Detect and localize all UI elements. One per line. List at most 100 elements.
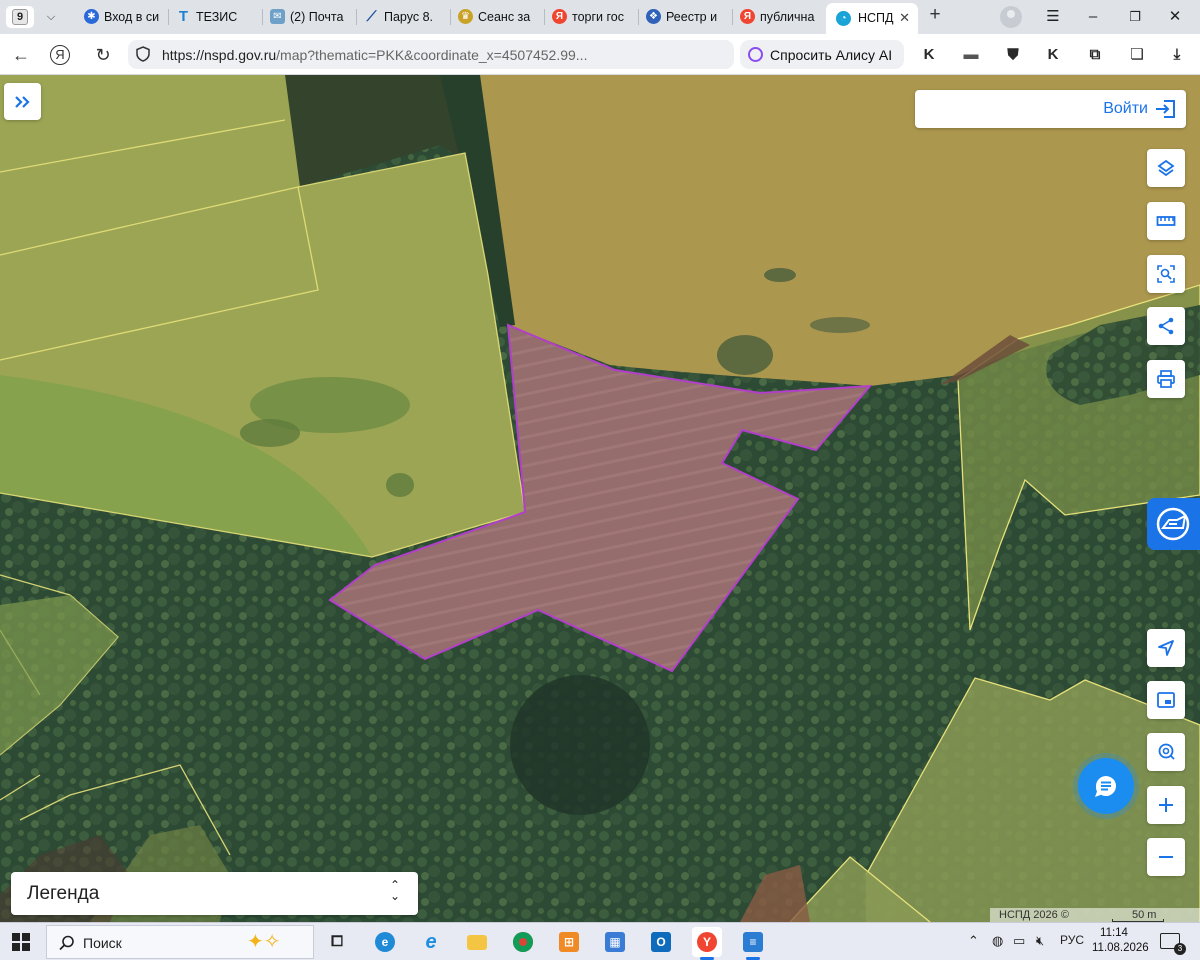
feedback-icon: [1156, 507, 1190, 541]
chat-button[interactable]: [1078, 758, 1134, 814]
tab-seans[interactable]: ♛ Сеанс за: [454, 5, 545, 30]
tab-mail[interactable]: ✉ (2) Почта: [266, 5, 357, 30]
tab-vhod[interactable]: ✱ Вход в си: [80, 5, 171, 30]
plus-icon: [1159, 798, 1173, 812]
app-grid-icon[interactable]: ⊞: [554, 927, 584, 957]
tab-tezis[interactable]: T ТЕЗИС: [172, 5, 263, 30]
hat-extension-icon[interactable]: ▬: [960, 44, 982, 66]
alice-icon: [748, 47, 763, 62]
copyright-text: НСПД 2026 ©: [999, 909, 1069, 921]
minimize-icon[interactable]: –: [1078, 6, 1108, 28]
edge-icon[interactable]: e: [370, 927, 400, 957]
taskbar-search[interactable]: Поиск ✦✧: [46, 925, 314, 959]
zoom-out-button[interactable]: [1147, 838, 1185, 876]
tray-chevron-icon[interactable]: ⌃: [968, 933, 979, 949]
rosreestr-icon: ❖: [646, 9, 661, 24]
task-view-icon[interactable]: ⧠: [322, 927, 352, 957]
copilot-sparkle-icon: ✦✧: [247, 931, 281, 953]
menu-icon[interactable]: ☰: [1038, 6, 1068, 28]
minus-icon: [1159, 856, 1173, 858]
nspd-icon: ◔: [836, 11, 851, 26]
tab-list-chevron-icon[interactable]: ⌵: [38, 7, 64, 27]
ruler-button[interactable]: [1147, 202, 1185, 240]
map-canvas[interactable]: Войти Легенда ⌃ ⌄ НСПД 2026 © 50 m: [0, 75, 1200, 922]
profile-avatar[interactable]: [1000, 6, 1022, 28]
url-text: https://nspd.gov.ru/map?thematic=PKK&coo…: [162, 47, 588, 63]
document-icon[interactable]: ≡: [738, 927, 768, 960]
notifications-icon[interactable]: 3: [1160, 933, 1186, 955]
tab-label: Сеанс за: [478, 10, 531, 24]
tab-publichnaya[interactable]: Я публична: [736, 5, 827, 30]
tab-parus[interactable]: ⟋ Парус 8.: [360, 5, 451, 30]
windows-start-icon[interactable]: [12, 933, 30, 951]
tab-strip: 9 ⌵ ✱ Вход в си T ТЕЗИС ✉ (2) Почта ⟋ Па…: [0, 0, 1200, 34]
windows-taskbar: Поиск ✦✧ ⧠ e e ⊞ ▦ O Y ≡ ⌃ ◍ ▭ 🔇︎ РУС 11…: [0, 922, 1200, 960]
legend-label: Легенда: [27, 883, 100, 904]
ruler-icon: [1156, 216, 1176, 226]
yandex-icon: Я: [552, 9, 567, 24]
reload-icon[interactable]: ↻: [90, 42, 116, 68]
explorer-icon[interactable]: [462, 927, 492, 957]
area-search-button[interactable]: [1147, 255, 1185, 293]
login-arrow-icon: [1156, 100, 1175, 118]
satellite-map: [0, 75, 1200, 922]
layers-button[interactable]: [1147, 149, 1185, 187]
tab-torgi[interactable]: Я торги гос: [548, 5, 639, 30]
print-icon: [1157, 370, 1175, 388]
address-bar[interactable]: https://nspd.gov.ru/map?thematic=PKK&coo…: [128, 40, 851, 69]
minimap-button[interactable]: [1147, 681, 1185, 719]
language-indicator[interactable]: РУС: [1060, 933, 1084, 947]
tab-label: НСПД: [858, 11, 894, 25]
tab-label: ТЕЗИС: [196, 10, 238, 24]
chrome-icon[interactable]: [508, 927, 538, 957]
volume-muted-icon[interactable]: 🔇︎: [1036, 933, 1044, 949]
network-icon[interactable]: ▭: [1013, 933, 1025, 949]
clock[interactable]: 11:14 11.08.2026: [1092, 926, 1149, 956]
zoom-in-button[interactable]: [1147, 786, 1185, 824]
login-button[interactable]: Войти: [915, 90, 1186, 128]
yandex-logo-icon[interactable]: Я: [50, 45, 70, 65]
collections-icon[interactable]: ❏: [1126, 44, 1148, 66]
tab-reestr[interactable]: ❖ Реестр и: [642, 5, 733, 30]
location-search-icon: [1158, 743, 1175, 760]
share-icon: [1158, 317, 1174, 335]
extensions-puzzle-icon[interactable]: ⧉: [1084, 44, 1106, 66]
yandex-icon: Я: [740, 9, 755, 24]
yandex-browser-icon[interactable]: Y: [692, 927, 722, 960]
close-tab-icon[interactable]: ✕: [899, 10, 910, 26]
close-window-icon[interactable]: ✕: [1160, 6, 1190, 28]
expand-sidebar-button[interactable]: [4, 83, 41, 120]
kontur-extension-icon[interactable]: K: [918, 44, 940, 66]
tab-counter-button[interactable]: 9: [6, 6, 34, 28]
tab-count: 9: [12, 9, 28, 25]
tab-label: торги гос: [572, 10, 624, 24]
alice-button[interactable]: Спросить Алису AI: [740, 40, 904, 69]
store-icon[interactable]: ▦: [600, 927, 630, 957]
download-icon[interactable]: ⤓: [1166, 44, 1188, 66]
browser-toolbar: ← Я ↻ https://nspd.gov.ru/map?thematic=P…: [0, 34, 1200, 75]
updown-chevron-icon: ⌃ ⌄: [389, 878, 400, 903]
new-tab-button[interactable]: +: [924, 5, 946, 27]
screen: 9 ⌵ ✱ Вход в си T ТЕЗИС ✉ (2) Почта ⟋ Па…: [0, 0, 1200, 960]
tab-nspd[interactable]: ◔ НСПД ✕: [826, 3, 918, 34]
geolocation-button[interactable]: [1147, 629, 1185, 667]
alice-label: Спросить Алису AI: [770, 47, 893, 63]
minimap-icon: [1157, 692, 1175, 708]
map-attribution: НСПД 2026 © 50 m: [990, 908, 1200, 922]
legend-selector[interactable]: Легенда ⌃ ⌄: [11, 872, 418, 915]
geolocation-arrow-icon: [1158, 640, 1174, 656]
outlook-icon[interactable]: O: [646, 927, 676, 957]
restore-icon[interactable]: ❐: [1120, 6, 1150, 28]
back-arrow-icon[interactable]: ←: [8, 42, 34, 68]
ie-icon[interactable]: e: [416, 927, 446, 957]
print-button[interactable]: [1147, 360, 1185, 398]
kontur-extension-2-icon[interactable]: K: [1042, 44, 1064, 66]
feedback-tab[interactable]: [1147, 498, 1200, 550]
area-search-icon: [1157, 265, 1175, 283]
shield-extension-icon[interactable]: ⛊: [1002, 44, 1024, 66]
share-button[interactable]: [1147, 307, 1185, 345]
gerb-icon: ♛: [458, 9, 473, 24]
location-search-button[interactable]: [1147, 733, 1185, 771]
parus-icon: ⟋: [366, 8, 377, 24]
camera-icon[interactable]: ◍: [992, 933, 1003, 949]
